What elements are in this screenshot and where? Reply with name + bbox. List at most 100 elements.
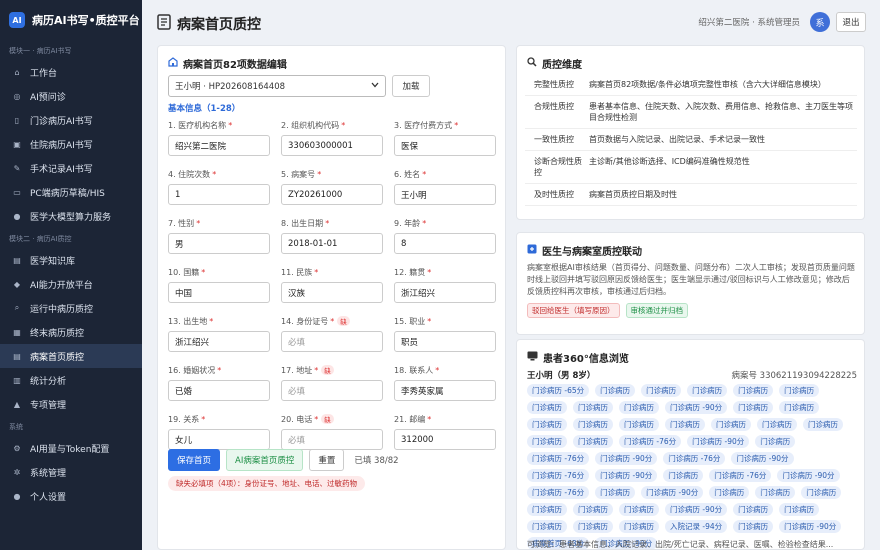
field-input[interactable]: 必填 — [281, 429, 383, 450]
record-chip[interactable]: 门诊病历 -90分 — [595, 452, 658, 465]
field-input[interactable]: 2018-01-01 — [281, 233, 383, 254]
field-input[interactable]: ZY20261000 — [281, 184, 383, 205]
field-label: 1. 医疗机构名称 * — [168, 119, 270, 131]
record-chip[interactable]: 门诊病历 — [641, 384, 682, 397]
field-input[interactable]: 绍兴第二医院 — [168, 135, 270, 156]
record-chip[interactable]: 门诊病历 — [527, 435, 567, 448]
field-input[interactable]: 已婚 — [168, 380, 270, 401]
sidebar-item[interactable]: ▯ 门诊病历AI书写 — [0, 108, 142, 132]
record-chip[interactable]: 门诊病历 — [733, 384, 774, 397]
record-chip[interactable]: 门诊病历 — [527, 503, 567, 516]
record-chip[interactable]: 门诊病历 — [527, 418, 567, 431]
sidebar-item[interactable]: ◆ AI能力开放平台 — [0, 272, 142, 296]
record-chip[interactable]: 门诊病历 — [733, 401, 774, 414]
logout-button[interactable]: 退出 — [836, 12, 866, 32]
record-chip[interactable]: 门诊病历 — [663, 469, 704, 482]
sidebar-item[interactable]: ▭ PC端病历草稿/HIS — [0, 180, 142, 204]
field-input[interactable]: 必填 — [281, 331, 383, 352]
record-chip[interactable]: 门诊病历 — [687, 384, 728, 397]
record-chip[interactable]: 门诊病历 — [755, 435, 796, 448]
record-chip[interactable]: 门诊病历 -65分 — [527, 384, 590, 397]
sidebar-item[interactable]: ⌂ 工作台 — [0, 60, 142, 84]
record-chip[interactable]: 入院记录 -94分 — [665, 520, 728, 533]
sidebar-item[interactable]: ● 个人设置 — [0, 484, 142, 508]
field-input[interactable]: 王小明 — [394, 184, 496, 205]
reject-to-doctor-button[interactable]: 驳回给医生（填写原因） — [527, 303, 620, 318]
record-chip[interactable]: 门诊病历 — [619, 401, 659, 414]
record-chip[interactable]: 门诊病历 -90分 — [595, 469, 658, 482]
field-input[interactable]: 李秀英家属 — [394, 380, 496, 401]
sidebar-item[interactable]: ▤ 医学知识库 — [0, 248, 142, 272]
form-field: 19. 关系 * 女儿 — [168, 413, 270, 450]
load-button[interactable]: 加载 — [392, 75, 430, 97]
save-homepage-button[interactable]: 保存首页 — [168, 449, 221, 471]
sidebar-item[interactable]: ⌕ 运行中病历质控 — [0, 296, 142, 320]
record-chip[interactable]: 门诊病历 -90分 — [731, 452, 794, 465]
record-chip[interactable]: 门诊病历 -76分 — [663, 452, 726, 465]
sidebar-item[interactable]: ◎ AI预问诊 — [0, 84, 142, 108]
record-chip[interactable]: 门诊病历 -90分 — [779, 520, 842, 533]
field-input[interactable]: 汉族 — [281, 282, 383, 303]
record-chip[interactable]: 门诊病历 — [573, 401, 613, 414]
approve-archive-button[interactable]: 审核通过并归档 — [625, 303, 688, 318]
record-chip[interactable]: 门诊病历 — [619, 418, 659, 431]
field-input[interactable]: 医保 — [394, 135, 496, 156]
field-input[interactable]: 330603000001 — [281, 135, 383, 156]
record-chip[interactable]: 门诊病历 — [711, 418, 751, 431]
record-chip[interactable]: 门诊病历 -90分 — [777, 469, 840, 482]
ai-quality-check-button[interactable]: AI病案首页质控 — [226, 449, 304, 471]
record-chip[interactable]: 门诊病历 -76分 — [619, 435, 682, 448]
record-chip[interactable]: 门诊病历 -90分 — [687, 435, 750, 448]
record-chip[interactable]: 门诊病历 — [803, 418, 843, 431]
record-chip[interactable]: 门诊病历 — [527, 520, 567, 533]
record-chip[interactable]: 门诊病历 — [573, 418, 613, 431]
record-chip[interactable]: 门诊病历 -90分 — [641, 486, 704, 499]
record-chip[interactable]: 门诊病历 — [665, 418, 705, 431]
avatar[interactable]: 系 — [810, 12, 830, 32]
sidebar-item[interactable]: ▥ 统计分析 — [0, 368, 142, 392]
record-chip[interactable]: 门诊病历 — [595, 486, 636, 499]
record-chip[interactable]: 门诊病历 -90分 — [665, 401, 728, 414]
record-chip[interactable]: 门诊病历 — [527, 401, 567, 414]
reset-button[interactable]: 重置 — [309, 449, 345, 471]
record-chip[interactable]: 门诊病历 — [801, 486, 842, 499]
field-input[interactable]: 职员 — [394, 331, 496, 352]
record-chip[interactable]: 门诊病历 — [779, 384, 820, 397]
field-input[interactable]: 女儿 — [168, 429, 270, 450]
sidebar-item[interactable]: ▦ 终末病历质控 — [0, 320, 142, 344]
sidebar-item[interactable]: ✎ 手术记录AI书写 — [0, 156, 142, 180]
field-input[interactable]: 必填 — [281, 380, 383, 401]
record-chip[interactable]: 门诊病历 — [573, 503, 613, 516]
record-chip[interactable]: 门诊病历 — [733, 503, 774, 516]
field-input[interactable]: 男 — [168, 233, 270, 254]
record-chip[interactable]: 门诊病历 -76分 — [709, 469, 772, 482]
field-input[interactable]: 1 — [168, 184, 270, 205]
field-input[interactable]: 中国 — [168, 282, 270, 303]
field-input[interactable]: 浙江绍兴 — [394, 282, 496, 303]
record-chip[interactable]: 门诊病历 — [755, 486, 796, 499]
record-chip[interactable]: 门诊病历 — [779, 401, 820, 414]
record-chip[interactable]: 门诊病历 — [619, 503, 659, 516]
sidebar-item[interactable]: ▣ 住院病历AI书写 — [0, 132, 142, 156]
sidebar-item[interactable]: ● 医学大模型算力服务 — [0, 204, 142, 228]
patient-select[interactable]: 王小明 · HP202608164408 — [168, 75, 386, 97]
record-chip[interactable]: 门诊病历 — [573, 520, 613, 533]
sidebar-item[interactable]: ⚙ AI用量与Token配置 — [0, 436, 142, 460]
record-chip[interactable]: 门诊病历 — [619, 520, 659, 533]
record-chip[interactable]: 门诊病历 — [733, 520, 774, 533]
record-chip[interactable]: 门诊病历 -76分 — [527, 469, 590, 482]
field-input[interactable]: 浙江绍兴 — [168, 331, 270, 352]
sidebar-item[interactable]: ▤ 病案首页质控 — [0, 344, 142, 368]
field-input[interactable]: 8 — [394, 233, 496, 254]
record-chip[interactable]: 门诊病历 -90分 — [665, 503, 728, 516]
record-chip[interactable]: 门诊病历 — [757, 418, 797, 431]
sidebar-item[interactable]: ✲ 系统管理 — [0, 460, 142, 484]
record-chip[interactable]: 门诊病历 -76分 — [527, 486, 590, 499]
record-chip[interactable]: 门诊病历 -76分 — [527, 452, 590, 465]
field-input[interactable]: 312000 — [394, 429, 496, 450]
record-chip[interactable]: 门诊病历 — [779, 503, 820, 516]
record-chip[interactable]: 门诊病历 — [709, 486, 750, 499]
record-chip[interactable]: 门诊病历 — [595, 384, 636, 397]
record-chip[interactable]: 门诊病历 — [573, 435, 613, 448]
sidebar-item[interactable]: ▲ 专项管理 — [0, 392, 142, 416]
